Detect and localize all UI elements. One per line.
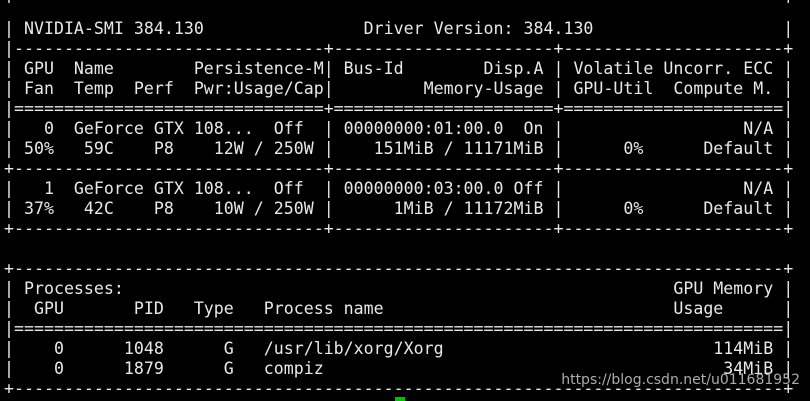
double-separator-line: |=======================================… <box>4 319 794 338</box>
separator-line: +-------------------------------+-------… <box>4 219 794 238</box>
processes-border-top: +---------------------------------------… <box>4 259 794 278</box>
separator-line: +-------------------------------+-------… <box>4 159 794 178</box>
column-header-line-2: | Fan Temp Perf Pwr:Usage/Cap| Memory-Us… <box>4 79 794 98</box>
processes-header-line-2: | GPU PID Type Process name Usage | <box>4 299 794 318</box>
process-row: | 0 1048 G /usr/lib/xorg/Xorg 114MiB | <box>4 339 794 358</box>
gpu-1-line-2: | 37% 42C P8 10W / 250W | 1MiB / 11172Mi… <box>4 199 794 218</box>
gpu-0-line-2: | 50% 59C P8 12W / 250W | 151MiB / 11171… <box>4 139 794 158</box>
border-top: +---------------------------------------… <box>4 0 793 9</box>
terminal-output: +---------------------------------------… <box>4 0 804 401</box>
terminal-cursor <box>395 397 405 401</box>
processes-header-line-1: | Processes: GPU Memory | <box>4 279 794 298</box>
gpu-0-line-1: | 0 GeForce GTX 108... Off | 00000000:01… <box>4 119 794 138</box>
column-header-line-1: | GPU Name Persistence-M| Bus-Id Disp.A … <box>4 59 794 78</box>
header-line: | NVIDIA-SMI 384.130 Driver Version: 384… <box>4 19 794 38</box>
double-separator-line: |===============================+=======… <box>4 99 794 118</box>
gpu-1-line-1: | 1 GeForce GTX 108... Off | 00000000:03… <box>4 179 794 198</box>
separator-line: |-------------------------------+-------… <box>4 39 794 58</box>
watermark-url: https://blog.csdn.net/u011681952 <box>561 372 800 388</box>
